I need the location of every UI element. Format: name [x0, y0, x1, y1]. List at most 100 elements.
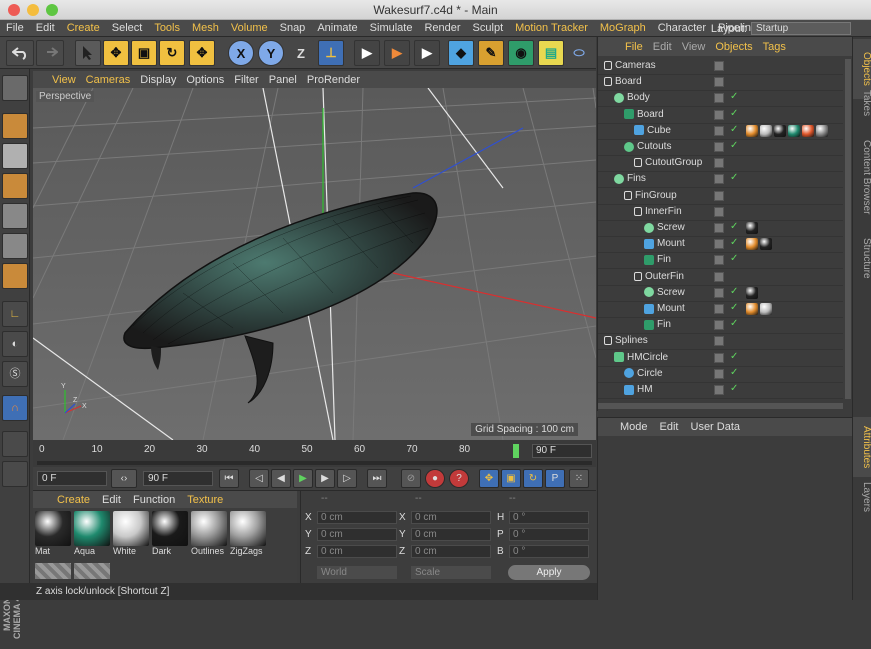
- key-rotation-button[interactable]: ↻: [523, 469, 543, 488]
- edges-mode-button[interactable]: [2, 233, 28, 259]
- attributes-menu-mode[interactable]: Mode: [614, 421, 654, 433]
- visibility-toggle[interactable]: [714, 142, 724, 152]
- key-position-button[interactable]: ✥: [479, 469, 499, 488]
- visibility-toggle[interactable]: [714, 174, 724, 185]
- material-swatch-outlines[interactable]: Outlines: [191, 511, 227, 556]
- coord-value-field[interactable]: 0 °: [509, 545, 589, 558]
- key-scale-button[interactable]: ▣: [501, 469, 521, 488]
- menu-edit[interactable]: Edit: [30, 22, 61, 34]
- visibility-toggle[interactable]: [714, 336, 724, 347]
- visibility-toggle[interactable]: [714, 61, 724, 71]
- viewport-menu-filter[interactable]: Filter: [229, 74, 263, 86]
- visibility-toggle[interactable]: [714, 385, 724, 395]
- enabled-check-icon[interactable]: ✓: [730, 253, 738, 264]
- viewport-menu-prorender[interactable]: ProRender: [302, 74, 365, 86]
- coord-value-field[interactable]: 0 cm: [411, 528, 491, 541]
- visibility-toggle[interactable]: [714, 287, 724, 298]
- rotate-tool-button[interactable]: ↻: [159, 40, 185, 66]
- material-menu-texture[interactable]: Texture: [181, 494, 229, 506]
- coord-value-field[interactable]: 0 °: [509, 511, 589, 524]
- object-row-hm[interactable]: HM ✓: [598, 383, 843, 399]
- coord-value-field[interactable]: 0 °: [509, 528, 589, 541]
- coord-value-field[interactable]: 0 cm: [317, 528, 397, 541]
- visibility-toggle[interactable]: [714, 271, 724, 282]
- material-menu-function[interactable]: Function: [127, 494, 181, 506]
- tab-layers[interactable]: Layers: [853, 477, 871, 517]
- material-tag-icon[interactable]: [746, 286, 758, 299]
- visibility-toggle[interactable]: [714, 190, 724, 201]
- next-key-button[interactable]: ▷: [337, 469, 357, 488]
- coord-value-field[interactable]: 0 cm: [411, 545, 491, 558]
- recent-tool-button[interactable]: ✥: [189, 40, 215, 66]
- object-row-fingroup[interactable]: FinGroup: [598, 189, 843, 205]
- viewport-menu-panel[interactable]: Panel: [264, 74, 302, 86]
- menu-tools[interactable]: Tools: [148, 22, 186, 34]
- enabled-check-icon[interactable]: ✓: [730, 302, 738, 313]
- visibility-toggle[interactable]: [714, 158, 724, 169]
- menu-create[interactable]: Create: [61, 22, 106, 34]
- object-row-cube[interactable]: Cube ✓: [598, 124, 843, 140]
- object-row-mount[interactable]: Mount ✓: [598, 302, 843, 318]
- visibility-toggle[interactable]: [714, 368, 724, 379]
- tab-takes[interactable]: Takes: [853, 83, 871, 123]
- menu-volume[interactable]: Volume: [225, 22, 274, 34]
- material-tag-icon[interactable]: [746, 303, 758, 315]
- enabled-check-icon[interactable]: ✓: [730, 383, 738, 394]
- enabled-check-icon[interactable]: ✓: [730, 318, 738, 329]
- material-tag-icon[interactable]: [746, 124, 758, 137]
- axis-mode-button[interactable]: ∟: [2, 301, 28, 327]
- object-row-innerfin[interactable]: InnerFin: [598, 205, 843, 221]
- key-parameter-button[interactable]: P: [545, 469, 565, 488]
- record-active-objects-button[interactable]: ●: [425, 469, 445, 488]
- horizontal-scrollbar[interactable]: [598, 403, 843, 409]
- tab-content-browser[interactable]: Content Browser: [853, 127, 871, 227]
- enabled-check-icon[interactable]: ✓: [730, 286, 738, 297]
- x-axis-lock-button[interactable]: X: [228, 40, 254, 66]
- object-row-board[interactable]: Board ✓: [598, 108, 843, 124]
- add-pen-spline-button[interactable]: ✎: [478, 40, 504, 66]
- y-axis-lock-button[interactable]: Y: [258, 40, 284, 66]
- previous-frame-button[interactable]: ◀: [271, 469, 291, 488]
- visibility-toggle[interactable]: [714, 206, 724, 217]
- model-mode-button[interactable]: [2, 113, 28, 139]
- world-dropdown[interactable]: World: [317, 566, 397, 579]
- apply-button[interactable]: Apply: [508, 565, 590, 580]
- enabled-check-icon[interactable]: ✓: [730, 124, 738, 135]
- tab-attributes[interactable]: Attributes: [853, 417, 871, 477]
- material-tag-icon[interactable]: [760, 124, 772, 137]
- go-to-start-button[interactable]: ⏮: [219, 469, 239, 488]
- visibility-toggle[interactable]: [714, 255, 724, 266]
- polygons-mode-button[interactable]: [2, 263, 28, 289]
- attributes-menu-edit[interactable]: Edit: [654, 421, 685, 433]
- material-menu-create[interactable]: Create: [51, 494, 96, 506]
- material-tag-icon[interactable]: [802, 124, 814, 137]
- enabled-check-icon[interactable]: ✓: [730, 108, 738, 119]
- material-tag-icon[interactable]: [746, 222, 758, 234]
- render-settings-button[interactable]: ▶: [414, 40, 440, 66]
- minimize-window-button[interactable]: [27, 4, 39, 16]
- object-row-screw[interactable]: Screw ✓: [598, 221, 843, 237]
- select-tool-button[interactable]: [75, 40, 101, 66]
- visibility-toggle[interactable]: [714, 77, 724, 88]
- enabled-check-icon[interactable]: ✓: [730, 172, 738, 183]
- tweak-mode-button[interactable]: ◐: [2, 331, 28, 357]
- menu-character[interactable]: Character: [652, 22, 712, 34]
- key-point-level-button[interactable]: ⁙: [569, 469, 589, 488]
- tab-structure[interactable]: Structure: [853, 233, 871, 283]
- add-subdivision-button[interactable]: ◉: [508, 40, 534, 66]
- render-view-button[interactable]: ▶: [354, 40, 380, 66]
- object-row-body[interactable]: Body ✓: [598, 91, 843, 108]
- visibility-toggle[interactable]: [714, 109, 724, 120]
- scale-dropdown[interactable]: Scale: [411, 566, 491, 579]
- move-tool-button[interactable]: ✥: [103, 40, 129, 66]
- material-tag-icon[interactable]: [760, 238, 772, 251]
- enabled-check-icon[interactable]: ✓: [730, 221, 738, 232]
- enabled-check-icon[interactable]: ✓: [730, 367, 738, 378]
- menu-mesh[interactable]: Mesh: [186, 22, 225, 34]
- object-row-fin[interactable]: Fin ✓: [598, 318, 843, 335]
- coord-value-field[interactable]: 0 cm: [317, 545, 397, 558]
- layout-dropdown[interactable]: Startup: [751, 22, 851, 35]
- object-row-splines[interactable]: Splines: [598, 334, 843, 351]
- objects-menu-edit[interactable]: Edit: [648, 41, 677, 53]
- material-swatch-empty[interactable]: [35, 563, 71, 579]
